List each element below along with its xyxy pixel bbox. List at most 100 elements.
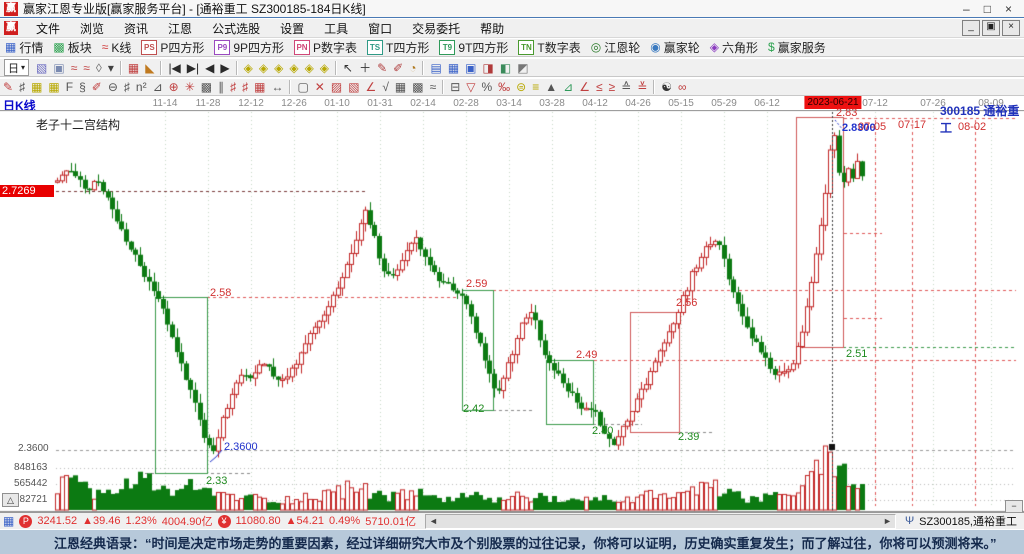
chart-tool-icon[interactable]: ◔	[406, 60, 419, 76]
toolbar-button-T四方形[interactable]: TST四方形	[362, 39, 434, 56]
draw-tool-icon[interactable]: ♯	[16, 79, 28, 95]
menu-item[interactable]: 工具	[314, 19, 358, 38]
scroll-left-icon[interactable]: ◄	[429, 516, 438, 526]
toolbar-button-P数字表[interactable]: PNP数字表	[289, 39, 362, 56]
toolbar-button-板块[interactable]: ▩板块	[48, 39, 96, 56]
draw-tool-icon[interactable]: ∥	[215, 79, 227, 95]
chart-tool-icon[interactable]: ≈	[68, 60, 81, 76]
draw-tool-icon[interactable]: F	[63, 79, 76, 95]
chart-tool-icon[interactable]: ▧	[33, 60, 50, 76]
menu-item[interactable]: 资讯	[114, 19, 158, 38]
chart-tool-icon[interactable]: ↖	[340, 60, 356, 76]
chart-tool-icon[interactable]: ◧	[497, 60, 514, 76]
draw-tool-icon[interactable]: ☯	[658, 79, 675, 95]
chart-tool-icon[interactable]: ▤	[427, 60, 444, 76]
chart-tool-icon[interactable]: ✎	[374, 60, 390, 76]
maximize-button[interactable]: □	[984, 1, 991, 17]
draw-tool-icon[interactable]: ↔	[268, 79, 286, 95]
mdi-button[interactable]: _	[962, 20, 980, 36]
draw-tool-icon[interactable]: √	[379, 79, 392, 95]
chart-tool-icon[interactable]: ◈	[317, 60, 332, 76]
toolbar-button-9P四方形[interactable]: P99P四方形	[209, 39, 289, 56]
draw-tool-icon[interactable]: ⊖	[105, 79, 121, 95]
draw-tool-icon[interactable]: ▦	[392, 79, 409, 95]
chart-tool-icon[interactable]: ▦	[125, 60, 142, 76]
draw-tool-icon[interactable]: ✐	[89, 79, 105, 95]
chart-tool-icon[interactable]: ◈	[256, 60, 271, 76]
expand-pane-button[interactable]: △	[2, 493, 19, 507]
draw-tool-icon[interactable]: ▲	[542, 79, 560, 95]
toolbar-button-K线[interactable]: ≈K线	[97, 39, 137, 56]
draw-tool-icon[interactable]: ▦	[28, 79, 45, 95]
chart-tool-icon[interactable]: ✐	[390, 60, 406, 76]
chart-tool-icon[interactable]: ▶	[217, 60, 232, 76]
scroll-right-icon[interactable]: ►	[883, 516, 892, 526]
chart-tool-icon[interactable]: ＋	[356, 60, 374, 76]
draw-tool-icon[interactable]: ⊿	[150, 79, 166, 95]
horizontal-scrollbar[interactable]: ◄ ►	[425, 514, 896, 529]
chart-tool-icon[interactable]: ◈	[271, 60, 286, 76]
mdi-button[interactable]: ×	[1002, 20, 1020, 36]
toolbar-button-P四方形[interactable]: PSP四方形	[136, 39, 209, 56]
draw-tool-icon[interactable]: ▦	[45, 79, 62, 95]
toolbar-button-六角形[interactable]: ◈六角形	[705, 39, 763, 56]
draw-tool-icon[interactable]: ⊕	[166, 79, 182, 95]
menu-item[interactable]: 公式选股	[202, 19, 270, 38]
menu-item[interactable]: 帮助	[470, 19, 514, 38]
draw-tool-icon[interactable]: ≚	[634, 79, 650, 95]
chart-tool-icon[interactable]: |◀	[165, 60, 183, 76]
mdi-button[interactable]: ▣	[982, 20, 1000, 36]
menu-item[interactable]: 浏览	[70, 19, 114, 38]
draw-tool-icon[interactable]: ✕	[312, 79, 328, 95]
draw-tool-icon[interactable]: ▽	[463, 79, 478, 95]
draw-tool-icon[interactable]: ≙	[618, 79, 634, 95]
draw-tool-icon[interactable]: ▢	[294, 79, 311, 95]
chart-area[interactable]: 江恩工具软件 QQ:100800360 财赢 赢家聊吧	[0, 110, 1024, 512]
menu-item[interactable]: 江恩	[158, 19, 202, 38]
chart-tool-icon[interactable]: ◣	[142, 60, 157, 76]
draw-tool-icon[interactable]: ≥	[606, 79, 619, 95]
chart-tool-icon[interactable]: ◈	[286, 60, 301, 76]
chart-tool-icon[interactable]: ◈	[302, 60, 317, 76]
draw-tool-icon[interactable]: ∠	[576, 79, 593, 95]
draw-tool-icon[interactable]: ⊜	[513, 79, 529, 95]
toolbar-button-赢家服务[interactable]: $赢家服务	[763, 39, 831, 56]
toolbar-button-赢家轮[interactable]: ◉赢家轮	[645, 39, 705, 56]
draw-tool-icon[interactable]: %	[478, 79, 495, 95]
draw-tool-icon[interactable]: §	[76, 79, 89, 95]
period-dropdown[interactable]: 日 ▾	[4, 59, 29, 76]
chart-tool-icon[interactable]: ◊	[93, 60, 105, 76]
chart-tool-icon[interactable]: ▦	[445, 60, 462, 76]
draw-tool-icon[interactable]: ∞	[675, 79, 690, 95]
toolbar-button-江恩轮[interactable]: ◎江恩轮	[586, 39, 646, 56]
draw-tool-icon[interactable]: ⊿	[560, 79, 576, 95]
draw-tool-icon[interactable]: n²	[133, 79, 150, 95]
menu-item[interactable]: 文件	[26, 19, 70, 38]
menu-item[interactable]: 交易委托	[402, 19, 470, 38]
kline-canvas[interactable]	[0, 110, 1024, 512]
draw-tool-icon[interactable]: ▦	[251, 79, 268, 95]
toolbar-button-T数字表[interactable]: TNT数字表	[513, 39, 585, 56]
draw-tool-icon[interactable]: ♯	[239, 79, 251, 95]
draw-tool-icon[interactable]: ‰	[495, 79, 513, 95]
menu-item[interactable]: 设置	[270, 19, 314, 38]
draw-tool-icon[interactable]: ≈	[427, 79, 440, 95]
draw-tool-icon[interactable]: ▩	[409, 79, 426, 95]
chart-tool-icon[interactable]: ▣	[462, 60, 479, 76]
draw-tool-icon[interactable]: ≤	[593, 79, 606, 95]
quote-grid-icon[interactable]: ▦	[3, 514, 14, 529]
toolbar-button-行情[interactable]: ▦行情	[0, 39, 48, 56]
draw-tool-icon[interactable]: ▩	[198, 79, 215, 95]
close-button[interactable]: ×	[1005, 1, 1012, 17]
chart-tool-icon[interactable]: ◩	[514, 60, 531, 76]
toolbar-button-9T四方形[interactable]: T99T四方形	[434, 39, 513, 56]
draw-tool-icon[interactable]: ✎	[0, 79, 16, 95]
chart-tool-icon[interactable]: ≈	[80, 60, 93, 76]
draw-tool-icon[interactable]: ≡	[529, 79, 542, 95]
draw-tool-icon[interactable]: ✳	[182, 79, 198, 95]
chart-tool-icon[interactable]: ▣	[50, 60, 67, 76]
chart-tool-icon[interactable]: ▾	[105, 60, 117, 76]
draw-tool-icon[interactable]: ♯	[227, 79, 239, 95]
chart-tool-icon[interactable]: ◈	[241, 60, 256, 76]
chart-tool-icon[interactable]: ◨	[480, 60, 497, 76]
